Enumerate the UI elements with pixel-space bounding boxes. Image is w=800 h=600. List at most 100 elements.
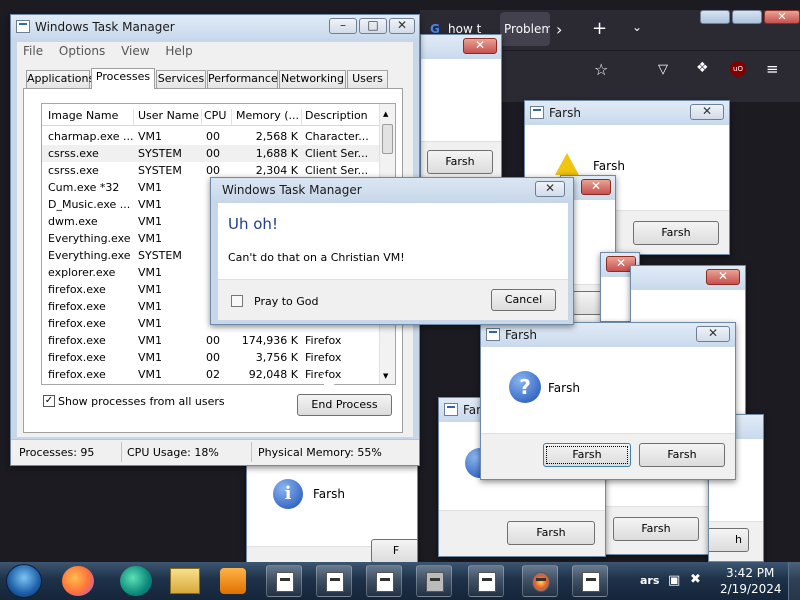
network-icon[interactable]: ▣ (668, 573, 680, 588)
status-processes: Processes: 95 (19, 446, 95, 459)
farsh-button[interactable]: Farsh (639, 443, 725, 467)
close-icon[interactable]: ✕ (690, 104, 724, 120)
taskbar-app[interactable] (366, 565, 402, 597)
col-user-name[interactable]: User Name (138, 109, 202, 125)
scroll-down-arrow[interactable]: ▼ (383, 372, 388, 380)
info-icon: i (273, 479, 303, 509)
table-cell: VM1 (138, 232, 163, 245)
table-row[interactable]: firefox.exe VM1 00 3,756 K Firefox (42, 349, 382, 366)
menu-file[interactable]: File (23, 44, 43, 58)
dialog-message: Can't do that on a Christian VM! (228, 251, 405, 264)
farsh-dialog-back-1: ✕ Farsh (420, 34, 502, 184)
menu-options[interactable]: Options (59, 44, 105, 58)
window-icon (444, 403, 458, 416)
maximize-button[interactable] (732, 10, 762, 24)
cancel-button[interactable]: Cancel (491, 289, 556, 311)
taskbar-app[interactable] (416, 565, 452, 597)
farsh-button-default[interactable]: Farsh (543, 443, 631, 467)
pray-checkbox[interactable] (231, 295, 243, 307)
table-cell: explorer.exe (48, 266, 116, 279)
table-row[interactable]: csrss.exe SYSTEM 00 1,688 K Client Ser... (42, 145, 382, 162)
paint-icon[interactable] (522, 565, 558, 597)
tab-services[interactable]: Services (156, 70, 206, 88)
minimize-button[interactable]: – (329, 18, 357, 34)
maximize-button[interactable]: □ (359, 18, 387, 34)
farsh-button[interactable]: F (371, 539, 417, 563)
farsh-button[interactable]: Farsh (507, 521, 595, 545)
tab-applications[interactable]: Applications (26, 70, 94, 88)
table-cell: 2,304 K (255, 164, 298, 177)
close-icon[interactable]: ✕ (463, 38, 497, 54)
col-image-name[interactable]: Image Name (48, 109, 134, 125)
farsh-button[interactable]: Farsh (427, 150, 493, 174)
farsh-button[interactable]: Farsh (613, 517, 699, 541)
extensions-icon[interactable]: ❖ (696, 60, 709, 76)
taskbar-app[interactable] (316, 565, 352, 597)
tab-performance[interactable]: Performance (207, 70, 278, 88)
table-cell: VM1 (138, 334, 163, 347)
table-cell: 00 (206, 351, 220, 364)
end-process-button[interactable]: End Process (297, 394, 392, 416)
tab-networking[interactable]: Networking (279, 70, 346, 88)
chevron-down-icon[interactable]: ⌄ (632, 20, 642, 34)
table-cell: SYSTEM (138, 147, 182, 160)
table-row[interactable]: firefox.exe VM1 00 174,936 K Firefox (42, 332, 382, 349)
show-desktop-button[interactable] (788, 562, 800, 600)
close-icon[interactable]: ✕ (535, 181, 565, 197)
clock-date[interactable]: 2/19/2024 (720, 582, 782, 596)
close-button[interactable]: ✕ (389, 18, 415, 34)
menu-bar: File Options View Help (17, 42, 413, 62)
taskbar-app[interactable] (572, 565, 608, 597)
table-cell: firefox.exe (48, 368, 106, 381)
pray-checkbox-label: Pray to God (254, 295, 319, 308)
tab-users[interactable]: Users (347, 70, 388, 88)
table-row[interactable]: charmap.exe ... VM1 00 2,568 K Character... (42, 128, 382, 145)
dialog-title: Farsh (549, 106, 581, 120)
col-description[interactable]: Description (305, 109, 381, 125)
scroll-thumb[interactable] (382, 124, 393, 154)
pocket-icon[interactable]: ▽ (658, 62, 668, 77)
table-cell: VM1 (138, 283, 163, 296)
dialog-title: Far (463, 403, 482, 417)
taskbar-app[interactable] (266, 565, 302, 597)
farsh-button[interactable]: Farsh (633, 221, 719, 245)
table-cell: 92,048 K (248, 368, 298, 381)
media-player-icon[interactable] (220, 568, 246, 594)
taskbar-app[interactable] (468, 565, 504, 597)
dialog-title: Farsh (505, 328, 537, 342)
window-icon (530, 106, 544, 119)
table-cell: 00 (206, 147, 220, 160)
volume-muted-icon[interactable]: ✖ (690, 572, 701, 587)
new-tab-button[interactable]: + (592, 18, 607, 39)
close-icon[interactable]: ✕ (706, 269, 740, 285)
table-cell: VM1 (138, 317, 163, 330)
minimize-button[interactable] (700, 10, 730, 24)
start-button[interactable] (6, 564, 42, 598)
clock-time[interactable]: 3:42 PM (726, 566, 774, 580)
bookmark-star-icon[interactable]: ☆ (594, 60, 608, 79)
browser-tab-active[interactable]: Problem (500, 12, 550, 46)
table-cell: Client Ser... (305, 164, 369, 177)
ublock-icon[interactable]: uO (730, 61, 746, 77)
table-cell: csrss.exe (48, 164, 99, 177)
edge-icon[interactable] (120, 566, 152, 596)
col-cpu[interactable]: CPU (204, 109, 232, 125)
tab-processes[interactable]: Processes (91, 68, 155, 89)
table-cell: 00 (206, 164, 220, 177)
menu-view[interactable]: View (121, 44, 149, 58)
menu-help[interactable]: Help (165, 44, 192, 58)
show-all-users-checkbox[interactable]: ✓ (43, 395, 55, 407)
close-button[interactable]: ✕ (764, 10, 800, 24)
table-cell: VM1 (138, 300, 163, 313)
close-icon[interactable]: ✕ (581, 179, 611, 195)
error-dialog: Windows Task Manager ✕ Uh oh! Can't do t… (210, 177, 574, 325)
farsh-button[interactable]: h (709, 528, 749, 552)
scroll-up-arrow[interactable]: ▲ (383, 110, 388, 118)
firefox-icon[interactable] (62, 566, 94, 596)
menu-icon[interactable]: ≡ (766, 60, 779, 78)
chevron-right-icon[interactable]: › (556, 20, 562, 39)
explorer-icon[interactable] (170, 568, 200, 594)
col-memory[interactable]: Memory (... (236, 109, 302, 125)
close-icon[interactable]: ✕ (696, 326, 730, 342)
question-icon: ? (509, 371, 541, 403)
